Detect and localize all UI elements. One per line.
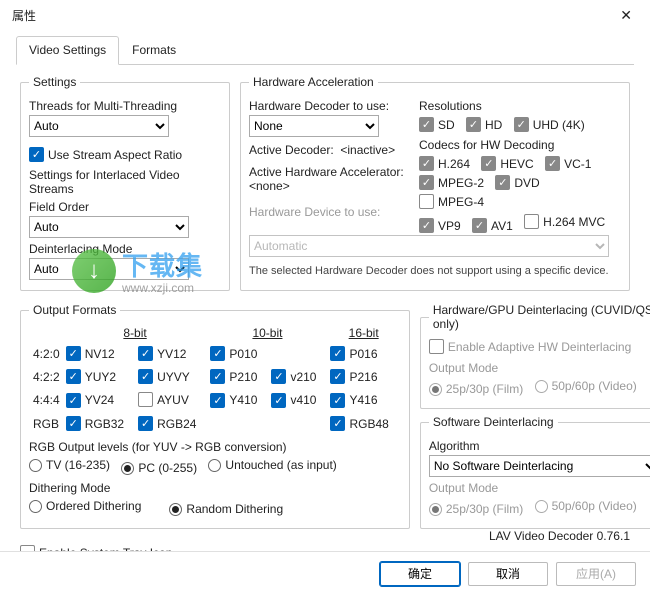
tabs: Video Settings Formats — [16, 36, 634, 65]
resolutions-label: Resolutions — [419, 99, 621, 113]
rgb-pc-radio[interactable]: PC (0-255) — [121, 461, 197, 475]
ok-button[interactable]: 确定 — [380, 562, 460, 586]
field-order-select[interactable]: Auto — [29, 216, 189, 238]
gpu-50p-radio: 50p/60p (Video) — [535, 379, 637, 393]
apply-button[interactable]: 应用(A) — [556, 562, 636, 586]
tab-formats[interactable]: Formats — [119, 36, 189, 65]
res-uhd-checkbox[interactable]: UHD (4K) — [514, 117, 585, 132]
hw-decoder-select[interactable]: None — [249, 115, 379, 137]
fmt-yv24-checkbox[interactable]: YV24 — [66, 393, 114, 408]
settings-legend: Settings — [29, 75, 80, 89]
use-aspect-checkbox[interactable]: Use Stream Aspect Ratio — [29, 147, 182, 162]
fmt-rgb48-checkbox[interactable]: RGB48 — [330, 416, 388, 431]
sw-25p-radio: 25p/30p (Film) — [429, 502, 523, 516]
deint-mode-select[interactable]: Auto — [29, 258, 189, 280]
rgb-tv-radio[interactable]: TV (16-235) — [29, 458, 110, 472]
dithering-label: Dithering Mode — [29, 481, 401, 495]
tab-video-settings[interactable]: Video Settings — [16, 36, 119, 65]
rgb-levels-label: RGB Output levels (for YUV -> RGB conver… — [29, 440, 401, 454]
enable-hw-deint-checkbox: Enable Adaptive HW Deinterlacing — [429, 339, 631, 354]
fmt-nv12-checkbox[interactable]: NV12 — [66, 346, 115, 361]
version-label: LAV Video Decoder 0.76.1 — [489, 529, 630, 543]
hw-device-select: Automatic — [249, 235, 609, 257]
gpu-output-label: Output Mode — [429, 361, 650, 375]
fmt-p210-checkbox[interactable]: P210 — [210, 369, 257, 384]
hw-accel-group: Hardware Acceleration Hardware Decoder t… — [240, 75, 630, 291]
fmt-v410-checkbox[interactable]: v410 — [271, 393, 316, 408]
sw-output-label: Output Mode — [429, 481, 650, 495]
cancel-button[interactable]: 取消 — [468, 562, 548, 586]
codecs-label: Codecs for HW Decoding — [419, 138, 621, 152]
algorithm-label: Algorithm — [429, 439, 650, 453]
fmt-rgb24-checkbox[interactable]: RGB24 — [138, 416, 196, 431]
dither-random-radio[interactable]: Random Dithering — [169, 502, 283, 516]
rgb-untouched-radio[interactable]: Untouched (as input) — [208, 458, 336, 472]
hw-note: The selected Hardware Decoder does not s… — [249, 265, 621, 277]
active-decoder-value: <inactive> — [340, 143, 395, 157]
gpu-25p-radio: 25p/30p (Film) — [429, 382, 523, 396]
deint-mode-label: Deinterlacing Mode — [29, 242, 221, 256]
hw-device-label: Hardware Device to use: — [249, 205, 409, 219]
codec-vp9-checkbox[interactable]: VP9 — [419, 218, 461, 233]
codec-h264-checkbox[interactable]: H.264 — [419, 156, 470, 171]
sw-50p-radio: 50p/60p (Video) — [535, 499, 637, 513]
fmt-y410-checkbox[interactable]: Y410 — [210, 393, 257, 408]
codec-mpeg2-checkbox[interactable]: MPEG-2 — [419, 175, 484, 190]
dither-ordered-radio[interactable]: Ordered Dithering — [29, 499, 141, 513]
threads-select[interactable]: Auto — [29, 115, 169, 137]
res-hd-checkbox[interactable]: HD — [466, 117, 502, 132]
fmt-p216-checkbox[interactable]: P216 — [330, 369, 377, 384]
active-accel-label: Active Hardware Accelerator: — [249, 165, 409, 179]
output-formats-group: Output Formats 8-bit10-bit16-bit 4:2:0 N… — [20, 303, 410, 529]
fmt-p010-checkbox[interactable]: P010 — [210, 346, 257, 361]
res-sd-checkbox[interactable]: SD — [419, 117, 455, 132]
codec-mpeg4-checkbox[interactable]: MPEG-4 — [419, 194, 484, 209]
fmt-uyvy-checkbox[interactable]: UYVY — [138, 369, 190, 384]
window-title: 属性 — [8, 7, 610, 24]
gpu-deint-group: Hardware/GPU Deinterlacing (CUVID/QS onl… — [420, 303, 650, 409]
field-order-label: Field Order — [29, 200, 221, 214]
codec-dvd-checkbox[interactable]: DVD — [495, 175, 539, 190]
threads-label: Threads for Multi-Threading — [29, 99, 221, 113]
hw-legend: Hardware Acceleration — [249, 75, 378, 89]
active-decoder-label: Active Decoder: — [249, 143, 334, 157]
output-formats-legend: Output Formats — [29, 303, 120, 317]
gpu-deint-legend: Hardware/GPU Deinterlacing (CUVID/QS onl… — [429, 303, 650, 331]
fmt-ayuv-checkbox[interactable]: AYUV — [138, 392, 189, 407]
fmt-rgb32-checkbox[interactable]: RGB32 — [66, 416, 124, 431]
codec-hevc-checkbox[interactable]: HEVC — [481, 156, 533, 171]
codec-av1-checkbox[interactable]: AV1 — [472, 218, 513, 233]
settings-group: Settings Threads for Multi-Threading Aut… — [20, 75, 230, 291]
fmt-yuy2-checkbox[interactable]: YUY2 — [66, 369, 116, 384]
fmt-y416-checkbox[interactable]: Y416 — [330, 393, 377, 408]
interlaced-label: Settings for Interlaced Video Streams — [29, 168, 221, 196]
algorithm-select[interactable]: No Software Deinterlacing — [429, 455, 650, 477]
active-accel-value: <none> — [249, 179, 409, 193]
close-icon[interactable]: ✕ — [610, 3, 642, 28]
codec-vc1-checkbox[interactable]: VC-1 — [545, 156, 591, 171]
fmt-yv12-checkbox[interactable]: YV12 — [138, 346, 186, 361]
fmt-p016-checkbox[interactable]: P016 — [330, 346, 377, 361]
sw-deint-legend: Software Deinterlacing — [429, 415, 558, 429]
codec-h264mvc-checkbox[interactable]: H.264 MVC — [524, 214, 605, 229]
sw-deint-group: Software Deinterlacing Algorithm No Soft… — [420, 415, 650, 529]
hw-decoder-label: Hardware Decoder to use: — [249, 99, 409, 113]
fmt-v210-checkbox[interactable]: v210 — [271, 369, 316, 384]
